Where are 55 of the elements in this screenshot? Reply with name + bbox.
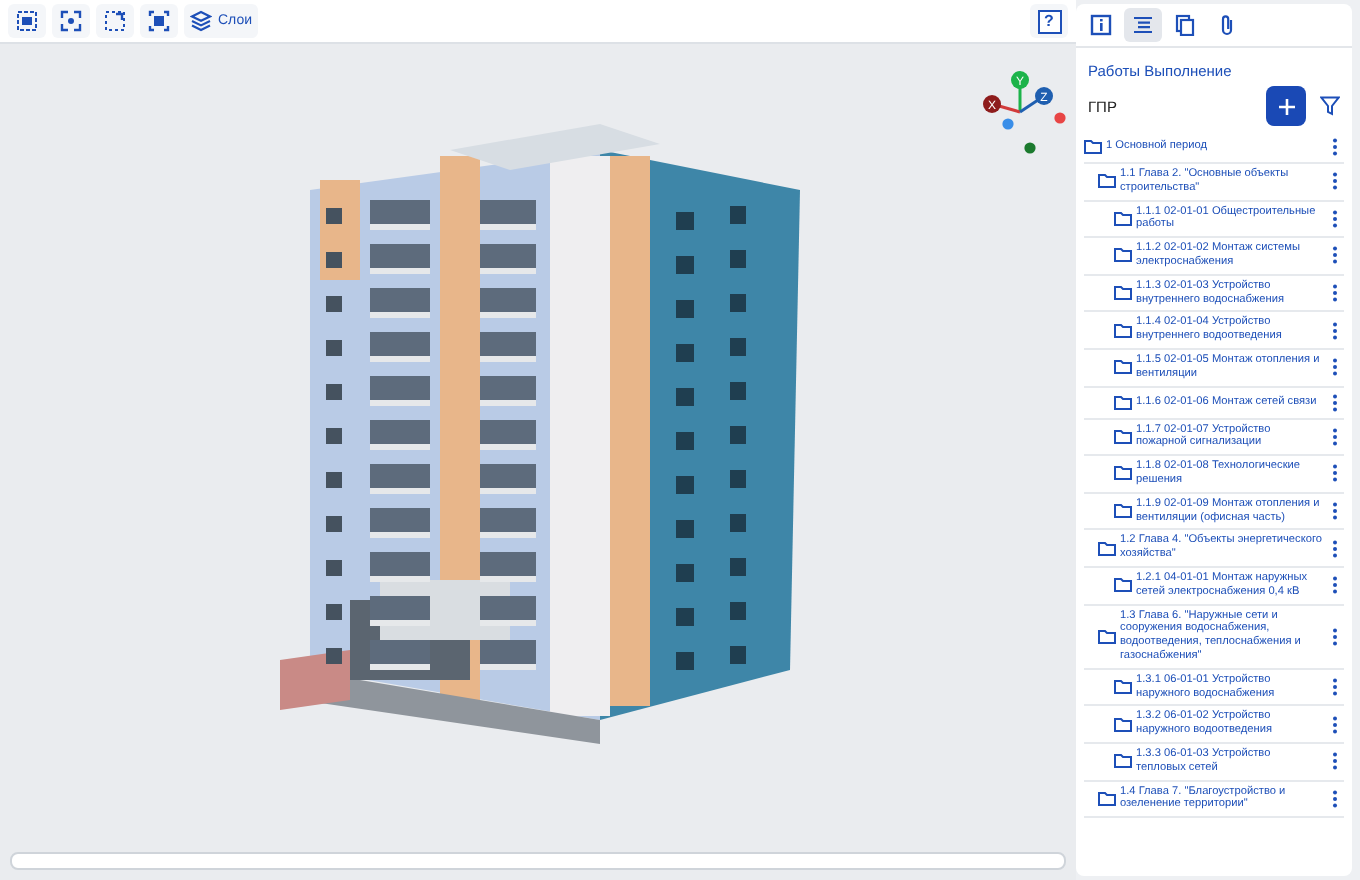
fit-button[interactable] (52, 4, 90, 38)
more-icon (1332, 678, 1338, 697)
filter-icon (1320, 96, 1340, 116)
panel-tab[interactable] (1124, 8, 1162, 42)
layers-icon (190, 10, 212, 32)
fullscreen-button[interactable] (140, 4, 178, 38)
horizontal-scrollbar[interactable] (10, 852, 1066, 870)
paperclip-icon (1216, 14, 1238, 36)
folder-icon (1098, 791, 1116, 806)
fit-view-icon (60, 10, 82, 32)
folder-icon (1114, 286, 1132, 301)
more-icon (1332, 321, 1338, 340)
zoom-region-button[interactable] (96, 4, 134, 38)
more-icon (1332, 576, 1338, 595)
select-frame-icon (16, 10, 38, 32)
more-icon (1332, 539, 1338, 558)
folder-icon (1114, 504, 1132, 519)
folder-icon (1114, 211, 1132, 226)
folder-icon (1098, 541, 1116, 556)
more-icon (1332, 138, 1338, 156)
list-icon (1132, 14, 1154, 36)
more-icon (1332, 502, 1338, 521)
folder-icon (1114, 680, 1132, 695)
folder-icon (1114, 248, 1132, 263)
region-zoom-icon (104, 10, 126, 32)
more-icon (1332, 715, 1338, 734)
more-icon (1332, 172, 1338, 191)
more-icon (1332, 789, 1338, 808)
folder-icon (1114, 578, 1132, 593)
more-icon (1332, 627, 1338, 646)
more-icon (1332, 284, 1338, 303)
add-button[interactable] (1266, 86, 1306, 126)
folder-icon (1114, 754, 1132, 769)
info-icon (1090, 14, 1112, 36)
documents-icon (1174, 14, 1196, 36)
folder-icon (1098, 629, 1116, 644)
more-icon (1332, 427, 1338, 446)
more-icon (1332, 752, 1338, 771)
folder-icon (1114, 717, 1132, 732)
folder-icon (1114, 429, 1132, 444)
folder-icon (1114, 466, 1132, 481)
fullscreen-icon (148, 10, 170, 32)
select-button[interactable] (8, 4, 46, 38)
more-icon (1332, 464, 1338, 483)
more-icon (1332, 358, 1338, 377)
more-icon (1332, 393, 1338, 412)
plus-icon (1277, 97, 1295, 115)
folder-icon (1098, 174, 1116, 189)
folder-icon (1114, 323, 1132, 338)
more-icon (1332, 209, 1338, 228)
folder-icon (1084, 140, 1102, 154)
folder-icon (1114, 360, 1132, 375)
more-icon (1332, 246, 1338, 265)
help-button[interactable]: ? (1030, 4, 1068, 38)
folder-icon (1114, 395, 1132, 410)
